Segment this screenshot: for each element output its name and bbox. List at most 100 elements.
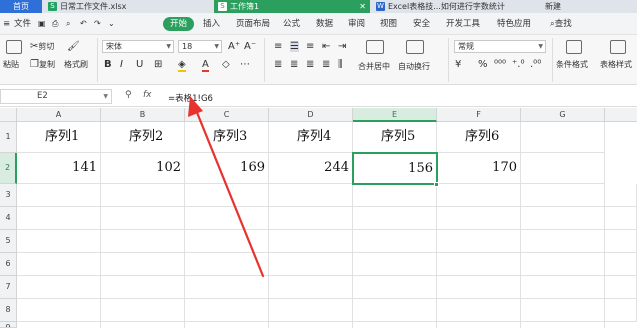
row-header-2[interactable]: 2 [0,153,17,184]
clear-format-icon[interactable]: ◇ [222,60,230,70]
zoom-icon[interactable]: ⚲ [125,90,132,100]
cut-button[interactable]: ✂剪切 [30,42,54,52]
row-header-4[interactable]: 4 [0,207,17,230]
menu-special-apps[interactable]: 特色应用 [497,17,531,31]
row-header-6[interactable]: 6 [0,253,17,276]
menu-review[interactable]: 审阅 [348,17,365,31]
row-header-1[interactable]: 1 [0,122,17,153]
align-left-icon[interactable]: ≣ [274,60,282,70]
column-header-b[interactable]: B [101,108,185,122]
decrease-decimal-icon[interactable]: .⁰⁰ [530,60,541,70]
cell-d2[interactable]: 244 [269,153,353,184]
fill-color-icon[interactable]: ◈ [178,60,186,72]
cell-b2[interactable]: 102 [101,153,185,184]
menu-view[interactable]: 视图 [380,17,397,31]
cell-g2[interactable] [521,153,605,184]
wrap-text-icon[interactable] [406,40,424,54]
cell-c1[interactable]: 序列3 [185,122,269,153]
undo-icon[interactable]: ↶ [80,17,87,31]
table-style-icon[interactable] [610,40,626,54]
close-tab-icon[interactable]: ✕ [359,0,366,13]
row-header-8[interactable]: 8 [0,299,17,322]
merge-center-button[interactable]: 合并居中 [358,62,390,72]
more-options-icon[interactable]: ⋯ [240,60,250,70]
print-preview-icon[interactable]: ⌕ [66,17,70,31]
percent-icon[interactable]: % [478,60,488,70]
cell-d1[interactable]: 序列4 [269,122,353,153]
italic-icon[interactable]: I [120,60,123,70]
print-icon[interactable]: ⎙ [52,17,58,31]
align-top-icon[interactable]: ≡ [274,42,282,52]
menu-data[interactable]: 数据 [316,17,333,31]
format-painter-icon[interactable]: 🖌 [67,42,80,52]
tab-home[interactable]: 首页 [0,0,42,13]
indent-increase-icon[interactable]: ⇥ [338,42,346,52]
thousands-icon[interactable]: ⁰⁰⁰ [494,60,506,70]
format-painter-button[interactable]: 格式刷 [64,60,88,70]
menu-formula[interactable]: 公式 [283,17,300,31]
cell-b1[interactable]: 序列2 [101,122,185,153]
copy-button[interactable]: ❐复制 [30,60,55,70]
table-style-button[interactable]: 表格样式 [600,60,632,70]
cell-a2[interactable]: 141 [17,153,101,184]
name-box[interactable]: E2 ▼ [0,89,112,104]
wrap-text-button[interactable]: 自动换行 [398,62,430,72]
menu-page-layout[interactable]: 页面布局 [236,17,270,31]
tab-new[interactable]: 新建 [545,0,595,13]
tab-excel-tips[interactable]: W Excel表格技...如何进行字数统计 [372,0,540,13]
indent-decrease-icon[interactable]: ⇤ [322,42,330,52]
conditional-format-icon[interactable] [566,40,582,54]
cell-e1[interactable]: 序列5 [353,122,437,153]
formula-input[interactable]: =表格1!G6 [168,92,213,104]
menu-security[interactable]: 安全 [413,17,430,31]
tab-daily-work-file[interactable]: S 日常工作文件.xlsx [44,0,172,13]
row-header-7[interactable]: 7 [0,276,17,299]
cell-e2-selected[interactable]: 156 [352,152,438,185]
increase-decimal-icon[interactable]: ⁺.⁰ [512,60,524,70]
redo-icon[interactable]: ↷ [94,17,101,31]
font-family-select[interactable]: 宋体 ▼ [102,40,174,53]
column-header-d[interactable]: D [269,108,353,122]
paste-button[interactable]: 粘贴 [3,60,19,70]
row-header-9[interactable]: 9 [0,322,17,328]
column-header-a[interactable]: A [17,108,101,122]
column-header-c[interactable]: C [185,108,269,122]
align-bottom-icon[interactable]: ≡ [306,42,314,52]
conditional-format-button[interactable]: 条件格式 [556,60,588,70]
row-header-5[interactable]: 5 [0,230,17,253]
align-center-icon[interactable]: ≣ [290,60,298,70]
justify-icon[interactable]: ≣ [322,60,330,70]
save-icon[interactable]: ▣ [38,17,46,31]
fill-handle[interactable] [434,182,439,187]
bold-icon[interactable]: B [104,60,112,70]
paste-icon[interactable] [6,40,22,54]
font-color-icon[interactable]: A [202,60,209,72]
menu-insert[interactable]: 插入 [203,17,220,31]
menu-file[interactable]: 文件 [14,17,31,31]
menu-developer-tools[interactable]: 开发工具 [446,17,480,31]
cell-a1[interactable]: 序列1 [17,122,101,153]
menu-start[interactable]: 开始 [163,17,195,31]
merge-center-icon[interactable] [366,40,384,54]
number-format-select[interactable]: 常规 ▼ [454,40,546,53]
column-header-g[interactable]: G [521,108,605,122]
align-right-icon[interactable]: ≣ [306,60,314,70]
cell-c2[interactable]: 169 [185,153,269,184]
border-icon[interactable]: ⊞ [154,60,162,70]
font-size-select[interactable]: 18 ▼ [178,40,222,53]
underline-icon[interactable]: U [136,60,143,70]
more-icon[interactable]: ⌄ [108,17,115,31]
hamburger-menu-icon[interactable]: ≡ [3,17,10,31]
distributed-icon[interactable]: ⫼ [338,60,343,70]
select-all-corner[interactable] [0,108,17,122]
fx-icon[interactable]: fx [143,90,152,100]
cell-g1[interactable] [521,122,605,153]
align-middle-icon[interactable]: ☰ [290,42,299,52]
column-header-e[interactable]: E [353,108,437,122]
cell-f1[interactable]: 序列6 [437,122,521,153]
column-header-h[interactable] [605,108,637,122]
row-header-3[interactable]: 3 [0,184,17,207]
search-menu[interactable]: ⌕查找 [550,17,572,31]
increase-font-icon[interactable]: A⁺ [228,42,240,52]
cell-f2[interactable]: 170 [437,153,521,184]
